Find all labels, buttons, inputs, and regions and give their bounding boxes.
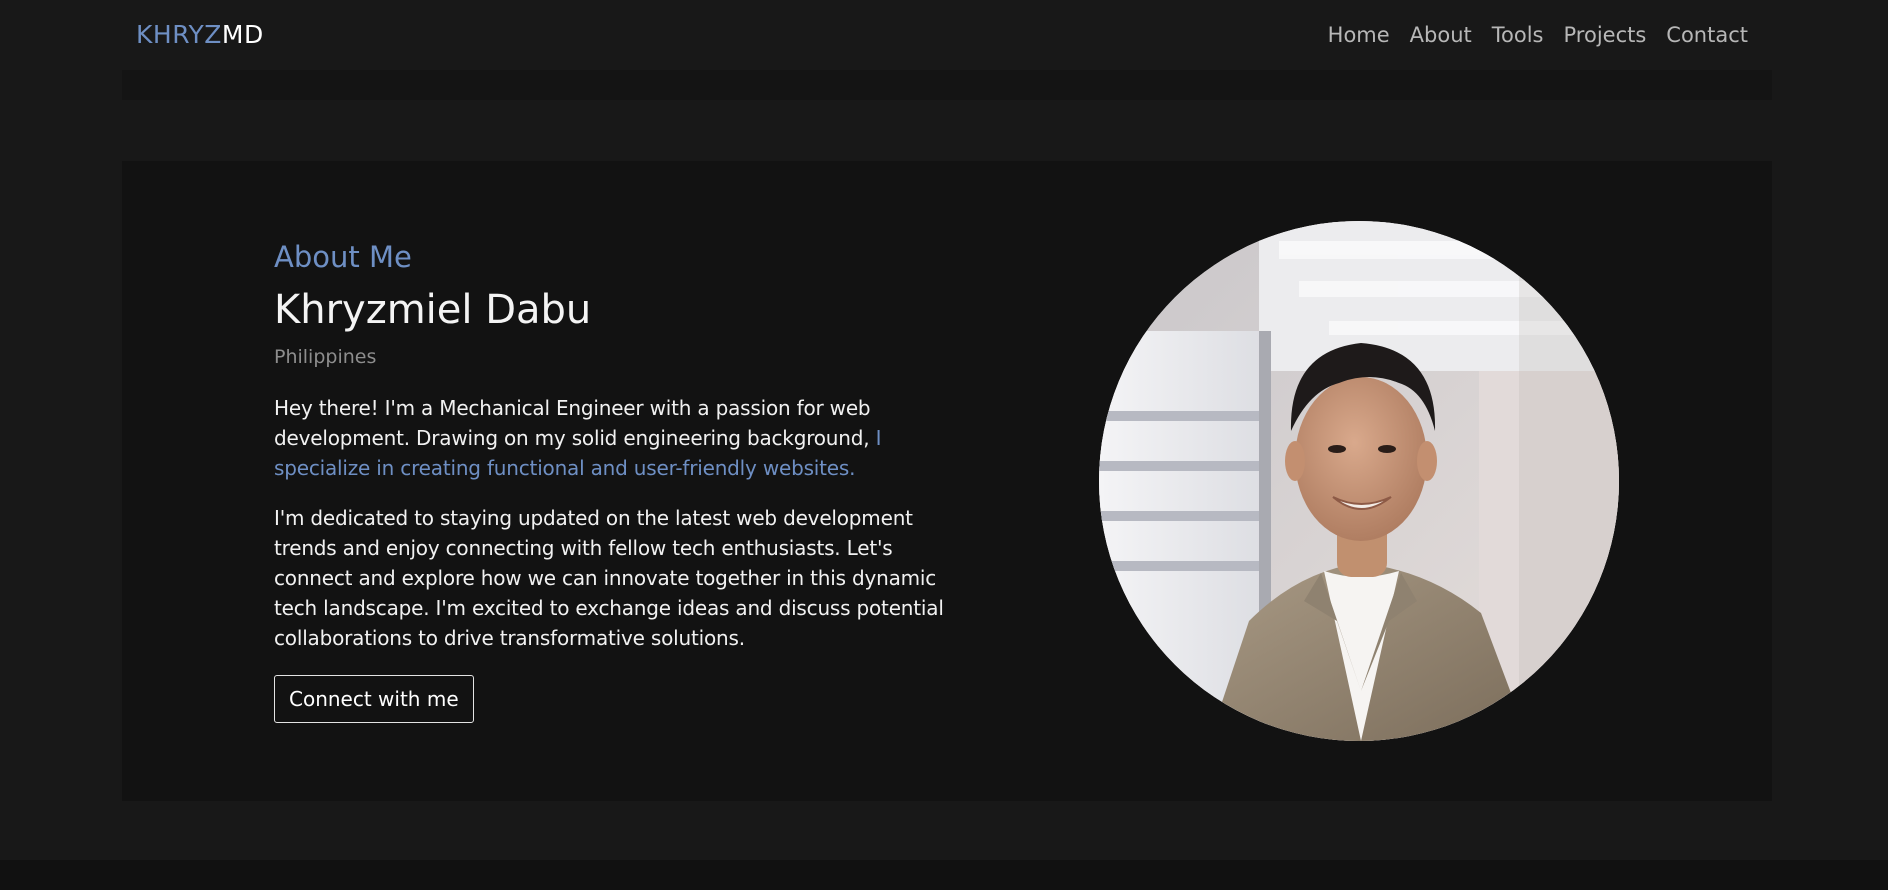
footer-strip <box>0 860 1888 890</box>
nav-about[interactable]: About <box>1410 22 1472 48</box>
section-label: About Me <box>274 240 412 274</box>
about-content: About Me Khryzmiel Dabu Philippines Hey … <box>274 239 944 723</box>
page: KHRYZMD Home About Tools Projects Contac… <box>0 0 1888 890</box>
nav-home[interactable]: Home <box>1328 22 1390 48</box>
about-paragraph-1-main: Hey there! I'm a Mechanical Engineer wit… <box>274 396 876 450</box>
brand-part1: KHRYZ <box>136 20 222 49</box>
about-paragraph-1: Hey there! I'm a Mechanical Engineer wit… <box>274 393 944 483</box>
nav-tools[interactable]: Tools <box>1492 22 1544 48</box>
profile-name: Khryzmiel Dabu <box>274 287 592 333</box>
about-paragraph-2: I'm dedicated to staying updated on the … <box>274 506 944 650</box>
about-card: About Me Khryzmiel Dabu Philippines Hey … <box>122 161 1772 801</box>
profile-photo <box>1099 221 1619 741</box>
nav-links: Home About Tools Projects Contact <box>1328 22 1748 48</box>
brand-logo[interactable]: KHRYZMD <box>136 20 264 50</box>
nav-contact[interactable]: Contact <box>1666 22 1748 48</box>
profile-location: Philippines <box>274 346 377 368</box>
navbar: KHRYZMD Home About Tools Projects Contac… <box>0 0 1888 70</box>
nav-projects[interactable]: Projects <box>1564 22 1647 48</box>
brand-part2: MD <box>221 20 264 49</box>
connect-button[interactable]: Connect with me <box>274 675 474 723</box>
nav-divider-strip <box>122 70 1772 100</box>
